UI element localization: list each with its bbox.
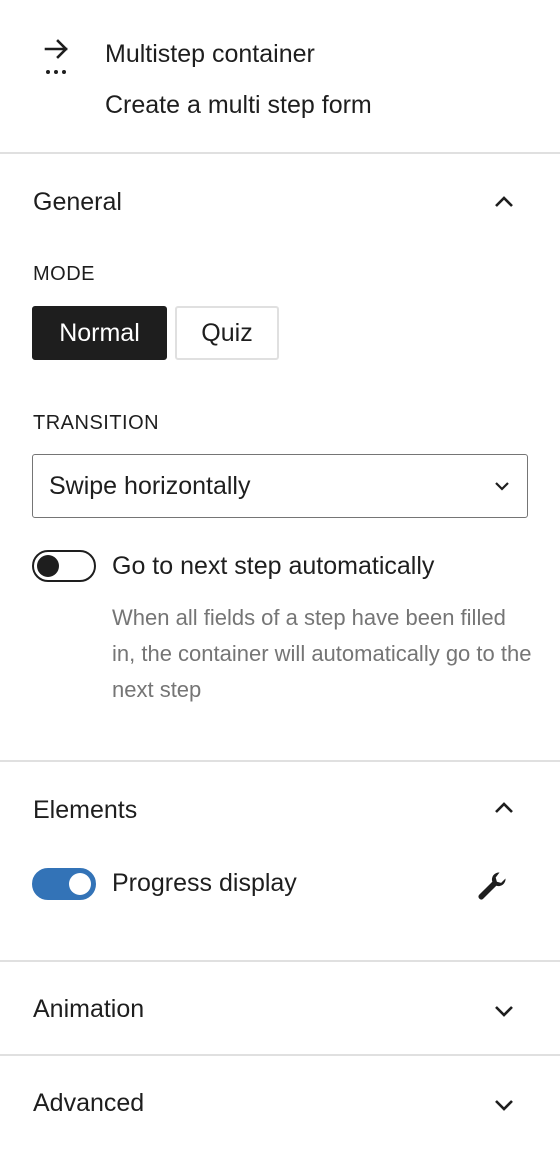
general-panel: General Mode Normal Quiz Transition Swip… [0, 154, 560, 762]
elements-panel-title: Elements [33, 796, 138, 824]
general-panel-title: General [33, 188, 122, 216]
transition-select[interactable]: Swipe horizontally [32, 454, 528, 518]
chevron-down-icon [492, 999, 516, 1023]
toggle-knob [37, 555, 59, 577]
transition-select-value: Swipe horizontally [49, 472, 251, 500]
block-title: Multistep container [105, 40, 315, 68]
auto-next-help: When all fields of a step have been fill… [112, 605, 532, 702]
advanced-panel-title: Advanced [33, 1089, 145, 1117]
elements-panel-toggle[interactable]: Elements [0, 762, 560, 854]
transition-label: Transition [33, 412, 160, 434]
general-panel-toggle[interactable]: General [0, 154, 560, 246]
wrench-icon[interactable] [474, 868, 510, 904]
animation-panel-toggle[interactable]: Animation [0, 962, 560, 1054]
chevron-down-icon [492, 1093, 516, 1117]
animation-panel-title: Animation [33, 995, 145, 1023]
progress-display-toggle[interactable] [32, 868, 96, 900]
auto-next-toggle[interactable] [32, 550, 96, 582]
multistep-arrow-icon [40, 36, 74, 78]
chevron-up-icon [492, 190, 516, 214]
mode-label: Mode [33, 263, 95, 285]
mode-quiz-button[interactable]: Quiz [175, 306, 279, 360]
auto-next-label: Go to next step automatically [112, 552, 435, 580]
chevron-up-icon [492, 796, 516, 820]
advanced-panel-toggle[interactable]: Advanced [0, 1056, 560, 1148]
progress-display-label: Progress display [112, 869, 297, 897]
block-card: Multistep container Create a multi step … [0, 0, 560, 154]
block-description: Create a multi step form [105, 91, 372, 119]
elements-panel: Elements Progress display [0, 762, 560, 962]
animation-panel: Animation [0, 962, 560, 1056]
chevron-down-icon [492, 476, 512, 496]
mode-normal-button[interactable]: Normal [32, 306, 167, 360]
advanced-panel: Advanced [0, 1056, 560, 1156]
toggle-knob [69, 873, 91, 895]
